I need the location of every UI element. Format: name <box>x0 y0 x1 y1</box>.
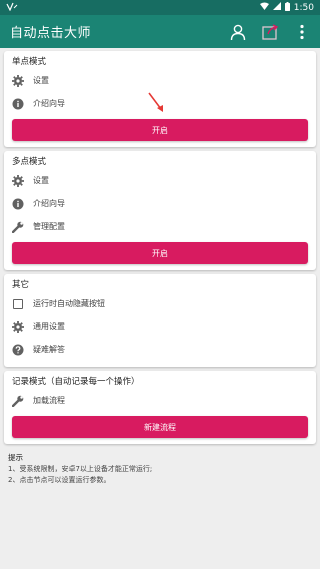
faq-item[interactable]: 疑难解答 <box>12 338 308 361</box>
status-left <box>6 2 18 14</box>
auto-hide-checkbox-row[interactable]: 运行时自动隐藏按钮 <box>12 292 308 315</box>
status-time: 1:50 <box>293 2 314 13</box>
checkbox-icon[interactable] <box>12 298 24 310</box>
app-bar: 自动点击大师 <box>0 15 320 48</box>
load-flow-item[interactable]: 加载流程 <box>12 389 308 412</box>
annotation-arrow <box>148 92 163 112</box>
single-start-button[interactable]: 开启 <box>12 119 308 141</box>
general-settings-item[interactable]: 通用设置 <box>12 315 308 338</box>
info-icon <box>12 198 24 210</box>
more-vert-icon <box>300 24 304 39</box>
single-settings-label: 设置 <box>33 76 49 85</box>
share-icon <box>262 23 279 40</box>
wrench-icon <box>12 221 24 233</box>
load-flow-label: 加载流程 <box>33 396 65 405</box>
tips-line-1: 1、受系统限制，安卓7以上设备才能正常运行; <box>8 464 153 473</box>
wrench-icon <box>12 395 24 407</box>
signal-icon <box>6 2 18 14</box>
help-icon <box>12 344 24 356</box>
multi-manage-label: 管理配置 <box>33 222 65 231</box>
record-mode-card: 记录模式（自动记录每一个操作） 加载流程 新建流程 <box>4 371 316 444</box>
multi-mode-card: 多点模式 设置 介绍向导 管理配置 开启 <box>4 151 316 270</box>
tips-title: 提示 <box>8 453 23 462</box>
new-flow-button[interactable]: 新建流程 <box>12 416 308 438</box>
app-title: 自动点击大师 <box>10 26 92 41</box>
status-bar: 1:50 <box>0 0 320 15</box>
info-icon <box>12 98 24 110</box>
auto-hide-label: 运行时自动隐藏按钮 <box>33 299 105 308</box>
multi-settings-item[interactable]: 设置 <box>12 169 308 192</box>
single-intro-label: 介绍向导 <box>33 99 65 108</box>
multi-manage-item[interactable]: 管理配置 <box>12 215 308 238</box>
share-button[interactable] <box>258 20 282 44</box>
gear-icon <box>12 174 24 187</box>
faq-label: 疑难解答 <box>33 345 65 354</box>
other-card: 其它 运行时自动隐藏按钮 通用设置 疑难解答 <box>4 274 316 367</box>
status-right: 1:50 <box>259 1 314 14</box>
cell-signal-icon <box>272 2 281 13</box>
gear-icon <box>12 74 24 87</box>
battery-icon <box>284 1 290 14</box>
other-title: 其它 <box>12 280 30 290</box>
single-mode-title: 单点模式 <box>12 57 47 67</box>
tips-line-2: 2、点击节点可以设置运行参数。 <box>8 476 111 484</box>
app-actions <box>226 15 314 48</box>
person-icon <box>230 24 246 40</box>
record-mode-title: 记录模式（自动记录每一个操作） <box>12 377 140 387</box>
multi-settings-label: 设置 <box>33 176 49 185</box>
single-settings-item[interactable]: 设置 <box>12 69 308 92</box>
general-settings-label: 通用设置 <box>33 322 65 331</box>
multi-start-button[interactable]: 开启 <box>12 242 308 264</box>
multi-mode-title: 多点模式 <box>12 157 47 167</box>
wifi-icon <box>259 2 269 13</box>
multi-intro-label: 介绍向导 <box>33 199 65 208</box>
tips: 提示 1、受系统限制，安卓7以上设备才能正常运行; 2、点击节点可以设置运行参数… <box>0 448 320 491</box>
overflow-menu-button[interactable] <box>290 20 314 44</box>
account-button[interactable] <box>226 20 250 44</box>
gear-icon <box>12 320 24 333</box>
multi-intro-item[interactable]: 介绍向导 <box>12 192 308 215</box>
